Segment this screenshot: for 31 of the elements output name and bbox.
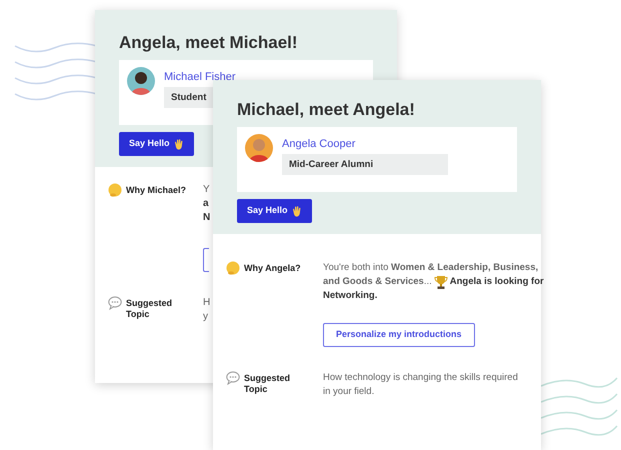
thinking-face-icon bbox=[108, 183, 122, 197]
avatar-icon bbox=[245, 134, 273, 162]
profile-link[interactable]: Angela Cooper bbox=[282, 137, 448, 151]
reason-text: and Goods & Services... bbox=[323, 274, 432, 288]
waving-hand-icon bbox=[172, 138, 184, 150]
button-outline bbox=[203, 248, 209, 272]
row-label: Why Angela? bbox=[244, 262, 302, 274]
reason-text: You're both into Women & Leadership, Business, bbox=[323, 261, 538, 274]
profile-tag: Mid-Career Alumni bbox=[282, 154, 448, 175]
row-label: Suggested Topic bbox=[126, 297, 174, 320]
trophy-icon bbox=[434, 274, 448, 288]
row-label: Why Michael? bbox=[126, 184, 186, 196]
speech-bubble-icon bbox=[108, 296, 122, 310]
topic-text: How technology is changing the skills required in your field. bbox=[323, 371, 519, 398]
thinking-face-icon bbox=[226, 261, 240, 275]
row-label: Suggested Topic bbox=[244, 372, 292, 395]
waving-hand-icon bbox=[290, 205, 302, 217]
avatar-icon bbox=[127, 67, 155, 95]
say-hello-button[interactable]: Say Hello bbox=[119, 132, 194, 156]
personalize-button[interactable]: Personalize my introductions bbox=[323, 323, 475, 347]
reason-text: Networking. bbox=[323, 288, 378, 302]
speech-bubble-icon bbox=[226, 371, 240, 385]
body-text: y bbox=[203, 310, 209, 324]
say-hello-button[interactable]: Say Hello bbox=[237, 199, 312, 223]
body-text: N bbox=[203, 211, 210, 225]
body-text: H bbox=[203, 296, 210, 310]
body-text: Y bbox=[203, 183, 210, 197]
reason-text: Angela is looking for bbox=[450, 274, 544, 288]
body-text: a bbox=[203, 197, 210, 211]
profile-link[interactable]: Michael Fisher bbox=[164, 70, 330, 84]
email-title: Angela, meet Michael! bbox=[119, 32, 299, 54]
